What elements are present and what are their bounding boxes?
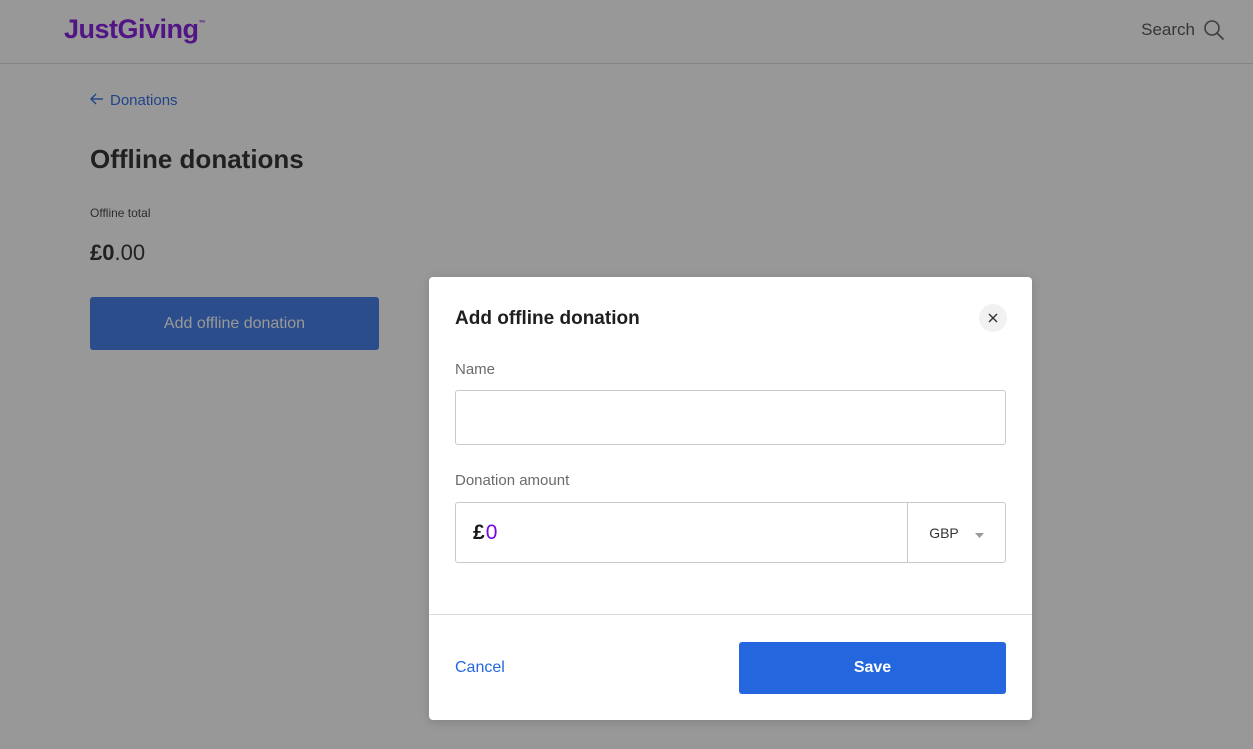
name-input[interactable] (455, 390, 1006, 445)
currency-selected: GBP (929, 524, 959, 541)
dialog-title: Add offline donation (455, 308, 640, 329)
close-dialog-button[interactable] (979, 304, 1007, 332)
add-offline-donation-dialog: Add offline donation Name Donation amoun… (429, 277, 1032, 720)
page: JustGiving™ Search Donations Offline don… (0, 0, 1253, 749)
currency-symbol: £ (473, 520, 485, 544)
amount-input[interactable]: £0 (456, 503, 907, 562)
caret-down-icon (974, 525, 984, 541)
dialog-divider (429, 614, 1032, 615)
cancel-button[interactable]: Cancel (455, 659, 505, 677)
close-icon (988, 311, 998, 326)
amount-value: 0 (485, 520, 498, 544)
save-button[interactable]: Save (739, 642, 1006, 694)
currency-select[interactable]: GBP (907, 503, 1005, 562)
donation-amount-label: Donation amount (455, 472, 570, 489)
name-label: Name (455, 361, 496, 378)
donation-amount-field: £0 GBP (455, 502, 1006, 563)
